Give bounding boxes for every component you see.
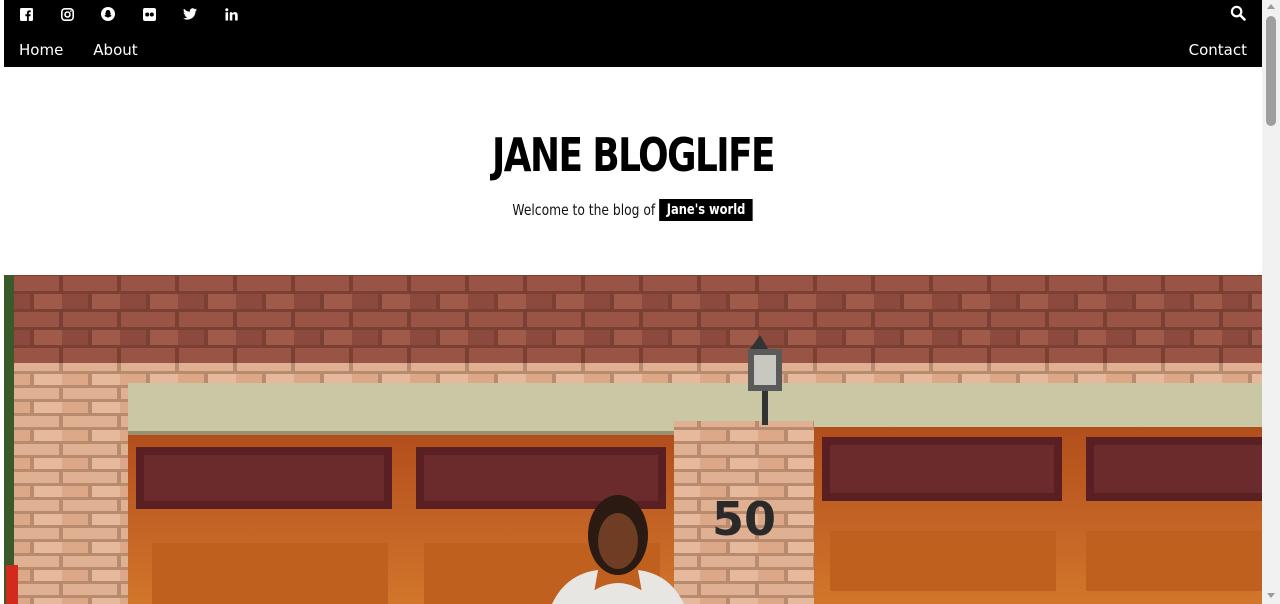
hero-image: 50 bbox=[4, 275, 1262, 604]
tagline-text: Welcome to the blog of bbox=[512, 201, 656, 219]
nav-contact-link[interactable]: Contact bbox=[1189, 41, 1247, 59]
instagram-icon[interactable] bbox=[58, 5, 76, 23]
linkedin-icon[interactable] bbox=[222, 5, 240, 23]
top-bar: Home About Contact bbox=[4, 0, 1262, 67]
primary-nav: Home About bbox=[19, 40, 138, 60]
site-title[interactable]: JANE BLOGLIFE bbox=[142, 122, 1123, 188]
house-number: 50 bbox=[712, 492, 776, 546]
site-tagline: Welcome to the blog of Jane's world bbox=[4, 199, 1262, 221]
scroll-down-arrow-icon[interactable] bbox=[1267, 593, 1275, 598]
nav-about-link[interactable]: About bbox=[93, 40, 137, 60]
scroll-thumb[interactable] bbox=[1266, 16, 1276, 126]
flickr-icon[interactable] bbox=[140, 5, 158, 23]
scroll-up-arrow-icon[interactable] bbox=[1267, 4, 1275, 9]
tagline-badge: Jane's world bbox=[659, 199, 754, 221]
snapchat-icon[interactable] bbox=[99, 5, 117, 23]
facebook-icon[interactable] bbox=[17, 5, 35, 23]
search-icon[interactable] bbox=[1230, 5, 1248, 23]
secondary-nav: Contact bbox=[1189, 40, 1247, 60]
page: Home About Contact JANE BLOGLIFE Welcome… bbox=[4, 0, 1262, 604]
social-links bbox=[17, 5, 263, 23]
nav-home-link[interactable]: Home bbox=[19, 40, 63, 60]
twitter-icon[interactable] bbox=[181, 5, 199, 23]
page-scrollbar[interactable] bbox=[1262, 0, 1280, 604]
